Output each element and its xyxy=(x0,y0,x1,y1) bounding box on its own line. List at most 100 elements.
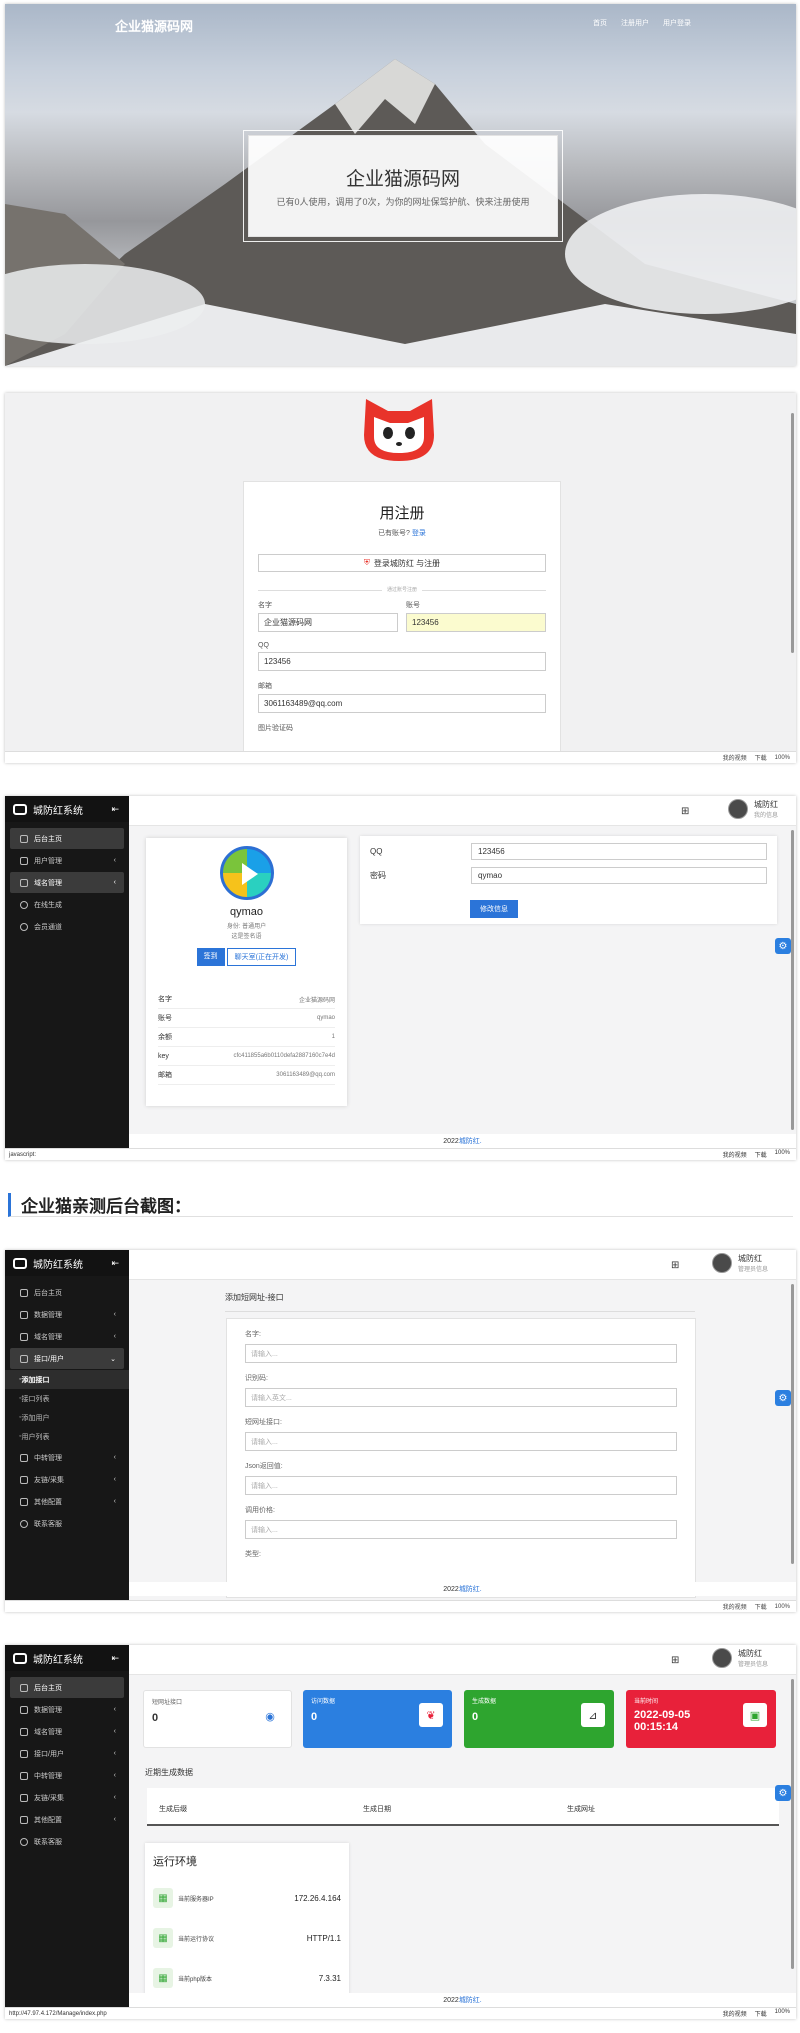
code-input[interactable]: 请输入英文... xyxy=(245,1388,677,1407)
apps-icon[interactable]: ⊞ xyxy=(681,806,689,817)
cart-icon xyxy=(20,1332,28,1341)
collapse-icon[interactable]: ⇤ xyxy=(111,804,119,815)
menu-home[interactable]: 后台主页 xyxy=(10,1282,124,1303)
qq-label: QQ xyxy=(370,847,383,856)
menu-relay[interactable]: 中转管理 ‹ xyxy=(10,1447,124,1468)
cat-logo-icon xyxy=(364,399,434,461)
grid-icon: ▦ xyxy=(153,1928,173,1948)
menu-domains[interactable]: 域名管理 ‹ xyxy=(10,872,124,893)
account-label: 账号 xyxy=(406,602,420,609)
submenu-user-list[interactable]: ◦ 用户列表 xyxy=(5,1427,129,1446)
name-input[interactable]: 请输入... xyxy=(245,1344,677,1363)
admin-profile-screenshot: 城防红系统 ⇤ 后台主页 用户管理 ‹ 域名管理 ‹ 在线生成 会员通道 ⊞ 城防红我… xyxy=(5,796,796,1160)
apps-icon[interactable]: ⊞ xyxy=(671,1260,679,1271)
profile-note: 这是签名语 xyxy=(231,934,262,940)
email-field[interactable]: 3061163489@qq.com xyxy=(258,694,546,713)
profile-card: qymao 身份: 普通用户 这是签名语 签到 聊天室(正在开发) 名字 企业猫源码网… xyxy=(146,838,347,1106)
captcha-label: 图片验证码 xyxy=(258,725,293,732)
menu-data[interactable]: 数据管理 ‹ xyxy=(10,1304,124,1325)
submenu-add-user[interactable]: ◦ 添加用户 xyxy=(5,1408,129,1427)
copy-icon xyxy=(20,1475,28,1484)
cart-icon xyxy=(20,1771,28,1780)
menu-api-users[interactable]: 接口/用户 ‹ xyxy=(10,1743,124,1764)
admin-dashboard-screenshot: 城防红系统 ⇤ 后台主页 数据管理 ‹ 域名管理 ‹ 接口/用户 ‹ 中转管理 ‹ 友链/… xyxy=(5,1645,796,2019)
menu-home[interactable]: 后台主页 xyxy=(10,1677,124,1698)
menu-vip[interactable]: 会员通道 xyxy=(10,916,124,937)
account-field[interactable]: 123456 xyxy=(406,613,546,632)
sidebar: 城防红系统 ⇤ 后台主页 数据管理 ‹ 域名管理 ‹ 接口/用户 ‹ 中转管理 ‹ 友链/… xyxy=(5,1645,129,2019)
visit-icon: ❦ xyxy=(419,1703,443,1727)
register-screenshot: 用注册 已有账号? 登录 ⛨ 登录城防红 与注册 通过账号注册 名字 企业猫源码网 … xyxy=(5,393,796,763)
qq-icon: ⛨ xyxy=(363,558,370,567)
qq-input[interactable]: 123456 xyxy=(471,843,767,860)
register-card: 用注册 已有账号? 登录 ⛨ 登录城防红 与注册 通过账号注册 名字 企业猫源码网 … xyxy=(243,481,561,763)
avatar xyxy=(727,799,748,819)
nav-home[interactable]: 首页 xyxy=(593,18,607,28)
chat-button[interactable]: 聊天室(正在开发) xyxy=(226,948,297,966)
type-label: 类型: xyxy=(245,1551,261,1558)
menu-api-users[interactable]: 接口/用户 ⌄ xyxy=(10,1348,124,1369)
user-menu[interactable]: 城防红 管理员信息 xyxy=(711,1253,768,1273)
grid-icon xyxy=(20,856,28,865)
gear-icon[interactable]: ⚙ xyxy=(775,938,791,954)
gear-icon[interactable]: ⚙ xyxy=(775,1785,791,1801)
submenu-add-api[interactable]: ◦ 添加接口 xyxy=(5,1370,129,1389)
qq-register-button[interactable]: ⛨ 登录城防红 与注册 xyxy=(258,554,546,572)
hero-subtitle: 已有0人使用，调用了0次，为你的网址保驾护航、快来注册使用 xyxy=(276,197,530,207)
grid-icon xyxy=(20,1497,28,1506)
profile-logo xyxy=(219,846,274,900)
menu-support[interactable]: 联系客服 xyxy=(10,1513,124,1534)
menu-links[interactable]: 友链/采集 ‹ xyxy=(10,1787,124,1808)
save-info-button[interactable]: 修改信息 xyxy=(470,900,518,918)
avatar xyxy=(711,1648,732,1668)
footer: 2022 城防红. xyxy=(129,1134,796,1148)
site-title[interactable]: 企业猫源码网 xyxy=(115,16,193,35)
menu-data[interactable]: 数据管理 ‹ xyxy=(10,1699,124,1720)
sign-in-button[interactable]: 签到 xyxy=(196,948,225,966)
menu-links[interactable]: 友链/采集 ‹ xyxy=(10,1469,124,1490)
qq-field[interactable]: 123456 xyxy=(258,652,546,671)
menu-support[interactable]: 联系客服 xyxy=(10,1831,124,1852)
download-item[interactable]: 下载 xyxy=(755,753,767,762)
user-menu[interactable]: 城防红 管理员信息 xyxy=(711,1648,768,1668)
menu-domains[interactable]: 域名管理 ‹ xyxy=(10,1326,124,1347)
sidebar: 城防红系统 ⇤ 后台主页 用户管理 ‹ 域名管理 ‹ 在线生成 会员通道 xyxy=(5,796,129,1160)
menu-home[interactable]: 后台主页 xyxy=(10,828,124,849)
zoom-level[interactable]: 100% xyxy=(775,755,790,761)
collapse-icon[interactable]: ⇤ xyxy=(111,1258,119,1269)
grid-icon xyxy=(20,878,28,887)
user-menu[interactable]: 城防红 我的信息 xyxy=(727,799,778,819)
menu-domains[interactable]: 域名管理 ‹ xyxy=(10,1721,124,1742)
video-item[interactable]: 我的视频 xyxy=(723,753,747,762)
password-input[interactable]: qymao xyxy=(471,867,767,884)
apps-icon[interactable]: ⊞ xyxy=(671,1655,679,1666)
browser-statusbar: javascript: 我的视频 下载 100% xyxy=(5,1148,796,1160)
name-label: 名字 xyxy=(258,602,272,609)
profile-name: qymao xyxy=(229,906,264,918)
menu-generate[interactable]: 在线生成 xyxy=(10,894,124,915)
price-input[interactable]: 请输入... xyxy=(245,1520,677,1539)
menu-settings[interactable]: 其他配置 ‹ xyxy=(10,1809,124,1830)
menu-settings[interactable]: 其他配置 ‹ xyxy=(10,1491,124,1512)
recent-table: 生成后缀 生成日期 生成网址 xyxy=(147,1788,779,1826)
menu-relay[interactable]: 中转管理 ‹ xyxy=(10,1765,124,1786)
json-input[interactable]: 请输入... xyxy=(245,1476,677,1495)
nav-register[interactable]: 注册用户 xyxy=(621,18,649,28)
stat-time: 当前时间 2022-09-05 00:15:14 ▣ xyxy=(626,1690,776,1748)
collapse-icon[interactable]: ⇤ xyxy=(111,1653,119,1664)
api-url-input[interactable]: 请输入... xyxy=(245,1432,677,1451)
brand-name: 城防红系统 xyxy=(33,805,83,817)
compass-icon: ◉ xyxy=(258,1704,282,1728)
footer-link[interactable]: 城防红. xyxy=(459,1136,482,1146)
submenu-api-list[interactable]: ◦ 接口列表 xyxy=(5,1389,129,1408)
nav-login[interactable]: 用户登录 xyxy=(663,18,691,28)
stat-api-count: 短网址接口 0 ◉ xyxy=(143,1690,292,1748)
login-link[interactable]: 登录 xyxy=(412,530,426,537)
menu-users[interactable]: 用户管理 ‹ xyxy=(10,850,124,871)
wallet-icon: ▣ xyxy=(743,1703,767,1727)
refresh-icon xyxy=(20,1519,28,1528)
name-field[interactable]: 企业猫源码网 xyxy=(258,613,398,632)
stat-generated: 生成数据 0 ⊿ xyxy=(464,1690,614,1748)
gear-icon[interactable]: ⚙ xyxy=(775,1390,791,1406)
avatar xyxy=(711,1253,732,1273)
